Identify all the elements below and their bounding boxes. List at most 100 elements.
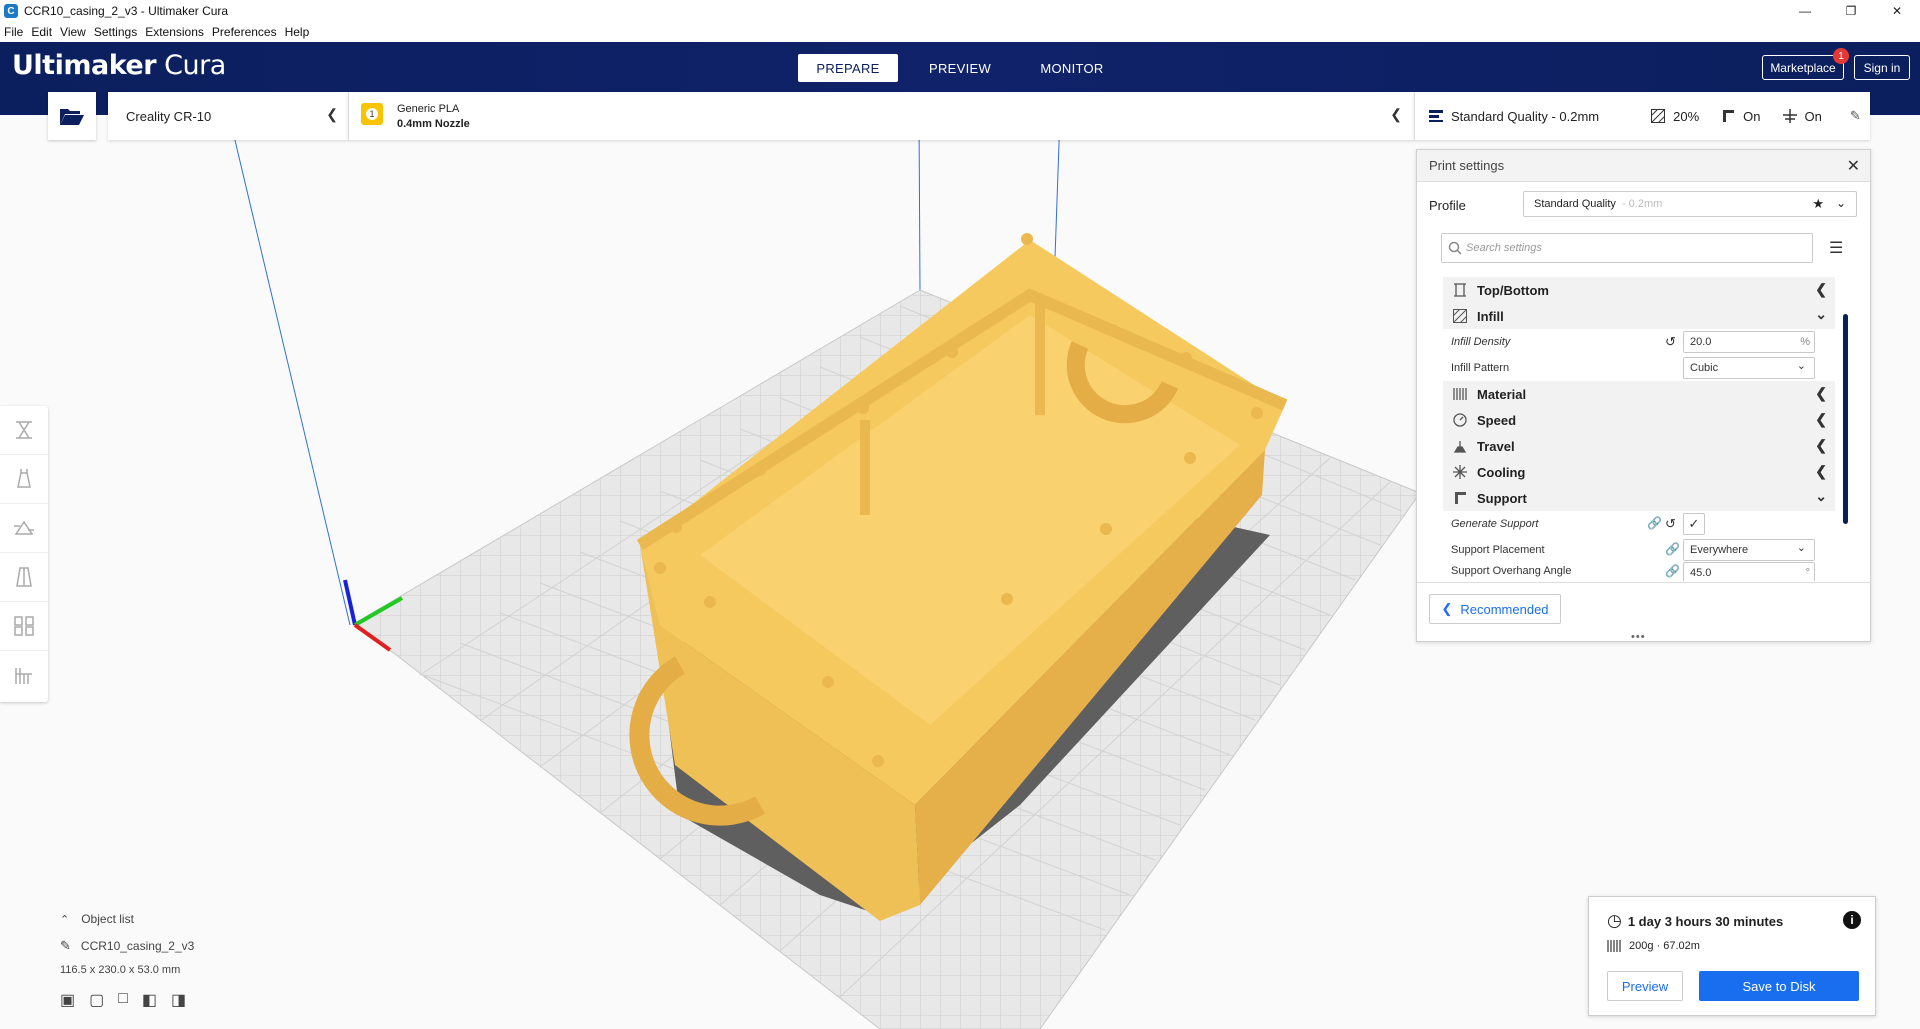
menu-view[interactable]: View bbox=[60, 25, 86, 39]
category-cooling[interactable]: Cooling ❮ bbox=[1443, 459, 1835, 485]
chevron-left-icon: ❮ bbox=[1815, 281, 1827, 297]
support-angle-input[interactable]: 45.0 ° bbox=[1683, 562, 1815, 581]
object-list-item[interactable]: ✎ CCR10_casing_2_v3 bbox=[60, 938, 194, 954]
maximize-icon[interactable]: ❐ bbox=[1828, 0, 1874, 22]
print-settings-title: Print settings bbox=[1429, 158, 1505, 173]
infill-density-value: 20.0 bbox=[1690, 336, 1712, 348]
view-right-icon[interactable]: ◨ bbox=[171, 990, 186, 1010]
object-list-title: Object list bbox=[81, 912, 134, 926]
menu-settings[interactable]: Settings bbox=[94, 25, 137, 39]
folder-icon bbox=[60, 109, 84, 125]
link-icon: 🔗 bbox=[1665, 564, 1680, 578]
print-quality-selector[interactable]: Standard Quality - 0.2mm 20% On On ✎ bbox=[1414, 92, 1870, 140]
generate-support-checkbox[interactable]: ✓ bbox=[1683, 513, 1705, 535]
chevron-down-icon: ⌄ bbox=[1815, 488, 1827, 504]
mirror-icon bbox=[16, 567, 32, 587]
menu-file[interactable]: File bbox=[4, 25, 23, 39]
title-bar: C CCR10_casing_2_v3 - Ultimaker Cura — ❐… bbox=[0, 0, 1920, 22]
extruder-icon: 1 bbox=[361, 103, 383, 125]
menu-extensions[interactable]: Extensions bbox=[145, 25, 204, 39]
profile-dropdown[interactable]: Standard Quality - 0.2mm ★ ⌄ bbox=[1523, 191, 1857, 217]
support-placement-value: Everywhere bbox=[1690, 544, 1749, 556]
window-controls: — ❐ ✕ bbox=[1782, 0, 1920, 22]
chevron-left-icon: ❮ bbox=[1815, 463, 1827, 479]
view-3d-icon[interactable]: ▣ bbox=[60, 990, 75, 1010]
tab-preview[interactable]: PREVIEW bbox=[910, 54, 1010, 82]
category-travel[interactable]: Travel ❮ bbox=[1443, 433, 1835, 459]
top-bottom-icon bbox=[1443, 283, 1477, 297]
category-infill[interactable]: Infill ⌄ bbox=[1443, 303, 1835, 329]
close-window-icon[interactable]: ✕ bbox=[1874, 0, 1920, 22]
recommended-button[interactable]: ❮ Recommended bbox=[1429, 594, 1561, 624]
tab-prepare[interactable]: PREPARE bbox=[798, 54, 898, 82]
close-icon[interactable]: ✕ bbox=[1847, 156, 1860, 176]
per-model-settings-tool[interactable] bbox=[0, 602, 48, 651]
print-time-value: 1 day 3 hours 30 minutes bbox=[1627, 913, 1784, 929]
search-icon bbox=[1448, 241, 1462, 255]
settings-menu-icon[interactable]: ☰ bbox=[1829, 238, 1843, 258]
chevron-down-icon: ⌄ bbox=[1796, 360, 1806, 372]
setting-label: Support Overhang Angle bbox=[1451, 565, 1572, 577]
object-name: CCR10_casing_2_v3 bbox=[80, 939, 195, 953]
search-placeholder: Search settings bbox=[1466, 242, 1542, 254]
support-blocker-tool[interactable] bbox=[0, 651, 48, 700]
save-to-disk-button[interactable]: Save to Disk bbox=[1699, 971, 1859, 1001]
category-speed[interactable]: Speed ❮ bbox=[1443, 407, 1835, 433]
printer-selector[interactable]: Creality CR-10 ❮ bbox=[108, 92, 348, 140]
preview-button[interactable]: Preview bbox=[1607, 971, 1683, 1001]
layers-icon bbox=[1429, 110, 1443, 122]
menu-preferences[interactable]: Preferences bbox=[212, 25, 277, 39]
mirror-tool[interactable] bbox=[0, 553, 48, 602]
support-placement-dropdown[interactable]: Everywhere ⌄ bbox=[1683, 539, 1815, 561]
profile-label: Profile bbox=[1429, 198, 1466, 213]
category-material[interactable]: Material ❮ bbox=[1443, 381, 1835, 407]
open-file-button[interactable] bbox=[48, 92, 96, 140]
material-usage-value: 200g · 67.02m bbox=[1629, 940, 1700, 952]
move-tool[interactable] bbox=[0, 406, 48, 455]
menu-help[interactable]: Help bbox=[285, 25, 310, 39]
rotate-tool[interactable] bbox=[0, 504, 48, 553]
camera-view-buttons: ▣ ▢ □ ◧ ◨ bbox=[60, 990, 194, 1010]
print-settings-panel: Print settings ✕ Profile Standard Qualit… bbox=[1416, 149, 1871, 643]
print-job-panel: ◷ 1 day 3 hours 30 minutes i 200g · 67.0… bbox=[1588, 896, 1876, 1016]
per-model-settings-icon bbox=[14, 616, 34, 636]
reset-icon[interactable]: ↺ bbox=[1665, 334, 1676, 350]
category-label: Travel bbox=[1477, 438, 1515, 454]
view-front-icon[interactable]: ▢ bbox=[89, 990, 104, 1010]
category-top-bottom[interactable]: Top/Bottom ❮ bbox=[1443, 277, 1835, 303]
tab-monitor[interactable]: MONITOR bbox=[1022, 54, 1122, 82]
reset-icon[interactable]: ↺ bbox=[1665, 516, 1676, 532]
infill-pattern-dropdown[interactable]: Cubic ⌄ bbox=[1683, 357, 1815, 379]
menu-bar: File Edit View Settings Extensions Prefe… bbox=[0, 22, 1920, 42]
chevron-left-icon: ❮ bbox=[1815, 411, 1827, 427]
quality-profile: Standard Quality - 0.2mm bbox=[1451, 108, 1600, 124]
view-top-icon[interactable]: □ bbox=[118, 990, 128, 1010]
sign-in-button[interactable]: Sign in bbox=[1854, 55, 1910, 80]
support-angle-value: 45.0 bbox=[1690, 567, 1712, 579]
marketplace-button[interactable]: Marketplace 1 bbox=[1762, 48, 1849, 80]
setting-label: Generate Support bbox=[1451, 518, 1539, 530]
search-settings-input[interactable]: Search settings bbox=[1441, 233, 1813, 263]
star-icon[interactable]: ★ bbox=[1812, 196, 1824, 212]
print-settings-header: Print settings ✕ bbox=[1417, 150, 1870, 182]
category-label: Cooling bbox=[1477, 464, 1526, 480]
menu-edit[interactable]: Edit bbox=[31, 25, 52, 39]
object-list-toggle[interactable]: ⌃ Object list bbox=[60, 912, 194, 926]
settings-scrollbar[interactable] bbox=[1843, 314, 1848, 524]
minimize-icon[interactable]: — bbox=[1782, 0, 1828, 22]
infill-pattern-value: Cubic bbox=[1690, 362, 1719, 374]
view-left-icon[interactable]: ◧ bbox=[142, 990, 157, 1010]
material-usage: 200g · 67.02m bbox=[1607, 939, 1700, 953]
material-selector[interactable]: 1 Generic PLA 0.4mm Nozzle ❮ bbox=[348, 92, 1414, 140]
travel-icon bbox=[1443, 439, 1477, 453]
info-icon[interactable]: i bbox=[1843, 911, 1861, 929]
material-name: Generic PLA bbox=[397, 103, 460, 115]
pencil-icon[interactable]: ✎ bbox=[1850, 108, 1861, 124]
resize-handle[interactable]: ••• bbox=[1631, 631, 1646, 643]
adhesion-icon bbox=[1782, 109, 1797, 123]
category-support[interactable]: Support ⌄ bbox=[1443, 485, 1835, 511]
infill-density-input[interactable]: 20.0 % bbox=[1683, 331, 1815, 353]
scale-tool[interactable] bbox=[0, 455, 48, 504]
category-label: Support bbox=[1477, 490, 1527, 506]
panel-divider bbox=[1417, 582, 1870, 583]
